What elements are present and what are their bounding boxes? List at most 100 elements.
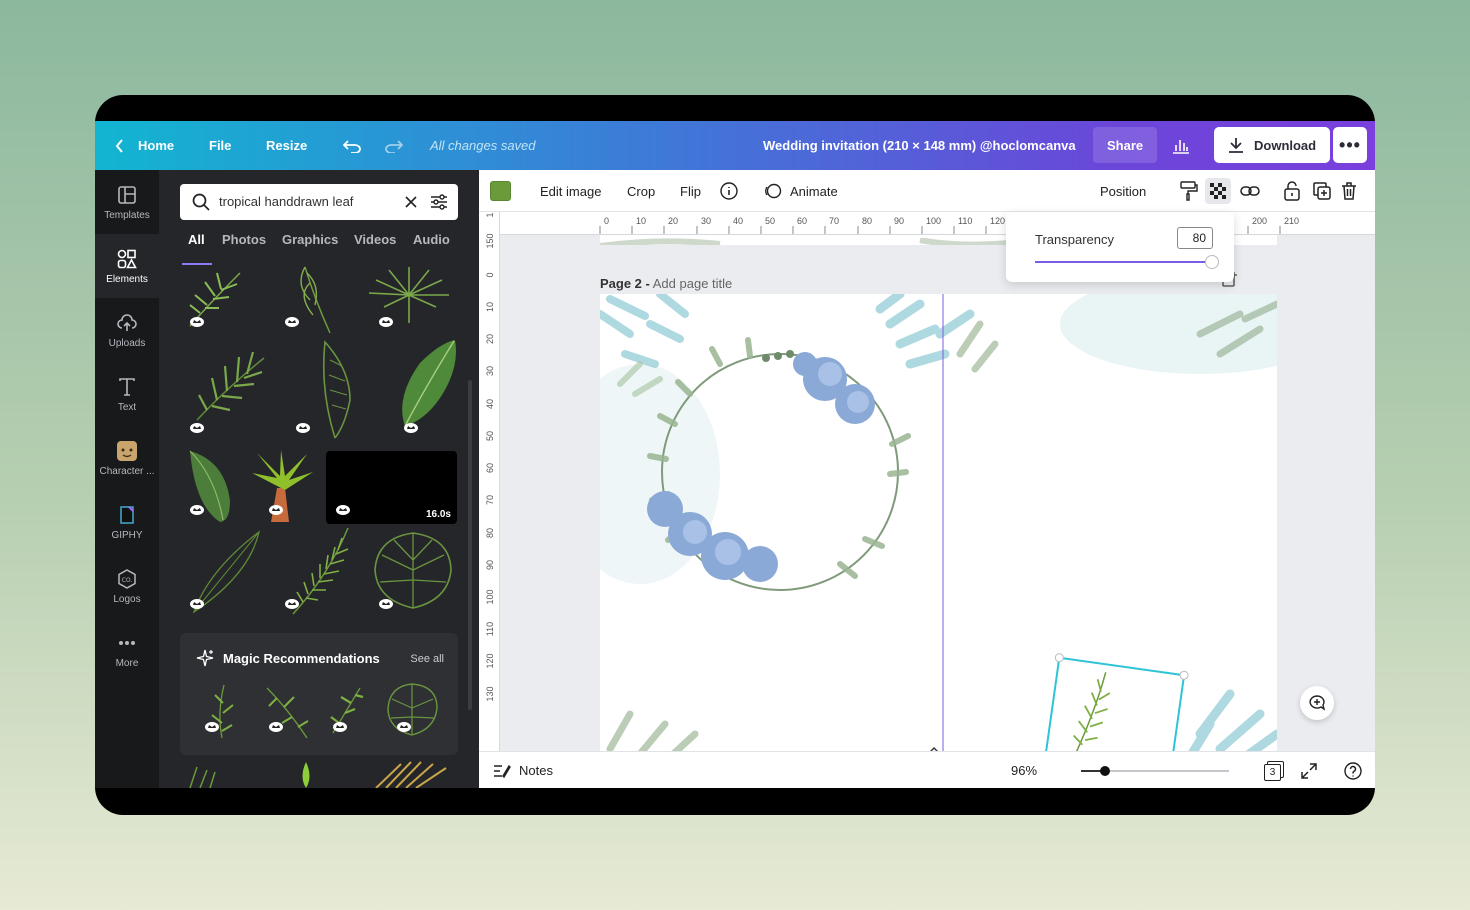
rail-item-elements[interactable]: Elements [95, 234, 159, 298]
ruler-label: 20 [485, 334, 495, 345]
ruler-label: 40 [733, 216, 744, 226]
ruler-label: 200 [1252, 216, 1268, 226]
animate-label: Animate [790, 183, 838, 199]
link-button[interactable] [1240, 170, 1260, 212]
zoom-slider-handle[interactable] [1100, 766, 1110, 776]
leaf-graphic[interactable] [192, 338, 267, 423]
rail-item-templates[interactable]: Templates [95, 170, 159, 234]
clear-icon[interactable] [405, 196, 417, 208]
design-page[interactable] [600, 294, 1277, 757]
page-title-input[interactable]: Add page title [653, 276, 733, 291]
file-menu[interactable]: File [209, 121, 231, 170]
monstera-leaf-graphic[interactable] [385, 681, 440, 737]
premium-crown-icon [379, 317, 393, 327]
undo-button[interactable] [343, 121, 361, 170]
elements-icon [116, 248, 138, 270]
video-duration: 16.0s [425, 509, 451, 520]
magic-title: Magic Recommendations [223, 651, 380, 666]
ruler-label: 60 [485, 463, 495, 474]
premium-crown-icon [333, 722, 347, 732]
fullscreen-button[interactable] [1301, 752, 1317, 788]
page-count-button[interactable]: 3 [1264, 752, 1284, 788]
invitation-artwork [600, 294, 1277, 757]
notes-button[interactable]: Notes [493, 752, 553, 788]
palm-leaf-graphic[interactable] [371, 760, 453, 788]
premium-crown-icon [190, 505, 204, 515]
resize-button[interactable]: Resize [266, 121, 307, 170]
paint-format-button[interactable] [1180, 170, 1198, 212]
leaf-graphic[interactable] [185, 762, 225, 788]
tab-videos[interactable]: Videos [354, 232, 396, 247]
document-title[interactable]: Wedding invitation (210 × 148 mm) @hoclo… [763, 121, 1076, 170]
home-button[interactable]: Home [115, 121, 174, 170]
transparency-button[interactable] [1205, 170, 1231, 212]
bar-chart-icon [1173, 139, 1189, 154]
transparency-slider[interactable] [1035, 261, 1205, 263]
tab-all[interactable]: All [188, 232, 205, 247]
premium-crown-icon [269, 505, 283, 515]
redo-icon [385, 139, 403, 153]
premium-crown-icon [205, 722, 219, 732]
ruler-ticks [599, 226, 1281, 234]
download-icon [1229, 138, 1243, 153]
rail-label: Text [117, 401, 137, 413]
panel-scrollbar[interactable] [468, 380, 472, 710]
position-button[interactable]: Position [1100, 170, 1146, 212]
leaf-graphic[interactable] [305, 340, 365, 440]
premium-crown-icon [269, 722, 283, 732]
lock-icon [1284, 181, 1300, 201]
help-icon [1344, 761, 1362, 780]
zoom-level[interactable]: 96% [1011, 752, 1037, 788]
edit-image-button[interactable]: Edit image [540, 170, 601, 212]
ruler-label: 0 [485, 272, 495, 278]
premium-crown-icon [190, 423, 204, 433]
color-swatch[interactable] [490, 181, 511, 201]
download-button[interactable]: Download [1214, 127, 1331, 163]
app-window: Home File Resize All changes saved Weddi… [95, 95, 1375, 815]
leaf-graphic[interactable] [390, 338, 460, 428]
tab-graphics[interactable]: Graphics [282, 232, 338, 247]
rail-item-logos[interactable]: CO. Logos [95, 554, 159, 618]
animate-button[interactable]: Animate [764, 170, 838, 212]
transparency-input[interactable]: 80 [1177, 227, 1213, 249]
transparency-popover: Transparency 80 [1006, 212, 1234, 282]
rail-label: GIPHY [111, 529, 143, 541]
search-box[interactable]: tropical handdrawn leaf [180, 184, 458, 220]
tab-audio[interactable]: Audio [413, 232, 450, 247]
more-options-button[interactable]: ••• [1333, 127, 1367, 163]
ruler-label: 10 [636, 216, 647, 226]
rail-item-text[interactable]: Text [95, 362, 159, 426]
rail-label: Uploads [108, 337, 146, 349]
save-status: All changes saved [430, 138, 536, 153]
see-all-link[interactable]: See all [410, 653, 444, 665]
rail-item-giphy[interactable]: GIPHY [95, 490, 159, 554]
trash-icon [1342, 182, 1356, 200]
delete-button[interactable] [1341, 170, 1357, 212]
redo-button[interactable] [385, 121, 403, 170]
search-input[interactable]: tropical handdrawn leaf [219, 184, 353, 220]
duplicate-button[interactable] [1313, 170, 1331, 212]
home-label: Home [138, 138, 175, 153]
help-button[interactable] [1344, 752, 1362, 788]
rail-item-character[interactable]: Character ... [95, 426, 159, 490]
lock-button[interactable] [1284, 170, 1300, 212]
transparency-icon [1210, 183, 1226, 199]
premium-crown-icon [397, 722, 411, 732]
ruler-label: 70 [485, 495, 495, 506]
rail-item-uploads[interactable]: Uploads [95, 298, 159, 362]
flip-button[interactable]: Flip [680, 170, 701, 212]
rail-item-more[interactable]: More [95, 618, 159, 682]
insights-button[interactable] [1172, 121, 1190, 170]
crop-button[interactable]: Crop [627, 170, 655, 212]
info-button[interactable] [720, 170, 738, 212]
active-tab-indicator [182, 263, 212, 265]
tab-photos[interactable]: Photos [222, 232, 266, 247]
transparency-slider-handle[interactable] [1205, 255, 1219, 269]
premium-crown-icon [296, 423, 310, 433]
filter-icon[interactable] [430, 193, 448, 211]
share-button[interactable]: Share [1093, 127, 1158, 163]
add-comment-button[interactable] [1300, 686, 1334, 720]
premium-crown-icon [285, 599, 299, 609]
ruler-label: 110 [485, 621, 495, 637]
leaf-graphic[interactable] [299, 762, 313, 788]
